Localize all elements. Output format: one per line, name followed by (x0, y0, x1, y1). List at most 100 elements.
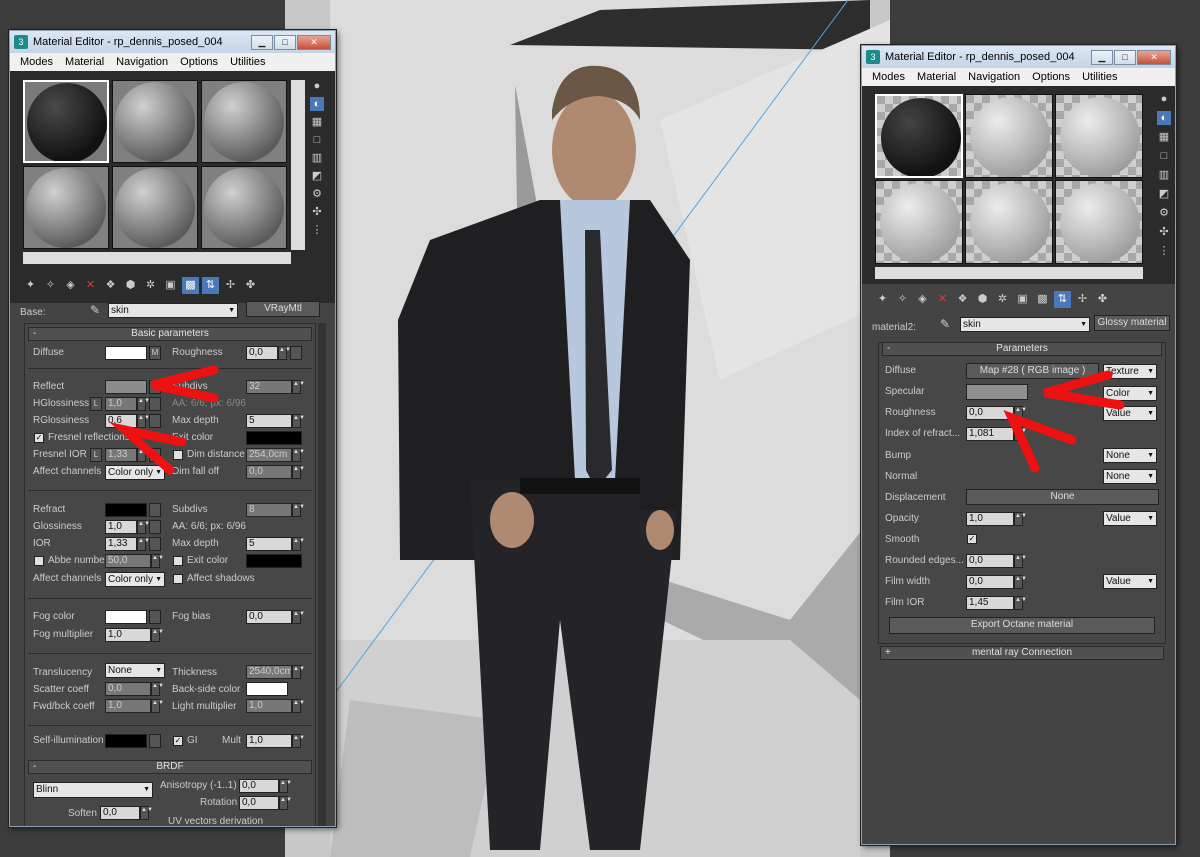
fresnel-ior-field[interactable]: 1,33 (105, 448, 137, 462)
reflect-map-button[interactable] (149, 380, 161, 394)
sample-slot-4[interactable] (23, 166, 109, 249)
menu-navigation[interactable]: Navigation (962, 71, 1026, 83)
menu-options[interactable]: Options (174, 56, 224, 68)
refract-glossiness-map-button[interactable] (149, 520, 161, 534)
diffuse-mode-dropdown[interactable]: Texture (1103, 364, 1157, 379)
fog-bias-field[interactable]: 0,0 (246, 610, 292, 624)
light-multiplier-field[interactable]: 1,0 (246, 699, 292, 713)
refract-glossiness-spinner[interactable]: ▲▼ (137, 520, 150, 534)
make-unique-icon[interactable]: ❖ (102, 277, 119, 294)
reflect-subdivs-spinner[interactable]: ▲▼ (292, 380, 305, 394)
reset-map-icon[interactable]: ✕ (934, 291, 951, 308)
dim-distance-field[interactable]: 254,0cm (246, 448, 292, 462)
sample-uv-icon[interactable]: □ (1157, 149, 1171, 163)
left-panel-scrollbar[interactable] (318, 323, 326, 826)
fresnel-ior-map-button[interactable] (149, 448, 161, 462)
self-illumination-swatch[interactable] (105, 734, 147, 748)
eyedropper-icon[interactable]: ✎ (90, 303, 100, 317)
show-shaded-icon[interactable]: ▣ (162, 277, 179, 294)
rglossiness-field[interactable]: 0,6 (105, 414, 137, 428)
menu-navigation[interactable]: Navigation (110, 56, 174, 68)
sample-slot-2[interactable] (112, 80, 198, 163)
fresnel-ior-lock-button[interactable]: L (90, 448, 102, 462)
select-by-material-icon[interactable]: ✣ (1157, 225, 1171, 239)
minimize-button[interactable]: ▁ (1091, 49, 1113, 65)
diffuse-map-button[interactable]: M (149, 346, 161, 360)
sample-slot-3[interactable] (201, 80, 287, 163)
abbe-field[interactable]: 50,0 (105, 554, 151, 568)
get-material-icon[interactable]: ✦ (22, 277, 39, 294)
mult-field[interactable]: 1,0 (246, 734, 292, 748)
make-unique-icon[interactable]: ❖ (954, 291, 971, 308)
slots-vertical-scrollbar[interactable] (291, 80, 305, 250)
make-preview-icon[interactable]: ◩ (310, 169, 324, 183)
material-navigator-icon[interactable]: ⋮ (310, 223, 324, 237)
film-width-spinner[interactable]: ▲▼ (1014, 575, 1027, 589)
refract-color-swatch[interactable] (105, 503, 147, 517)
menu-modes[interactable]: Modes (14, 56, 59, 68)
video-color-check-icon[interactable]: ▥ (310, 151, 324, 165)
sample-slot-1[interactable] (23, 80, 109, 163)
right-titlebar[interactable]: 3 Material Editor - rp_dennis_posed_004 … (862, 46, 1175, 68)
eyedropper-icon[interactable]: ✎ (940, 317, 950, 331)
ior-spinner[interactable]: ▲▼ (1014, 427, 1027, 441)
put-to-scene-icon[interactable]: ✧ (894, 291, 911, 308)
translucency-dropdown[interactable]: None (105, 663, 165, 678)
affect-shadows-checkbox[interactable] (173, 574, 183, 584)
right-material-editor-window[interactable]: 3 Material Editor - rp_dennis_posed_004 … (861, 45, 1176, 845)
reflect-max-depth-spinner[interactable]: ▲▼ (292, 414, 305, 428)
fwd-bck-coeff-spinner[interactable]: ▲▼ (151, 699, 164, 713)
brdf-rollout[interactable]: - BRDF (28, 760, 312, 774)
dim-distance-checkbox[interactable] (173, 450, 183, 460)
assign-material-icon[interactable]: ◈ (914, 291, 931, 308)
specular-mode-dropdown[interactable]: Color (1103, 386, 1157, 401)
reset-map-icon[interactable]: ✕ (82, 277, 99, 294)
material-id-icon[interactable]: ✲ (142, 277, 159, 294)
backside-color-swatch[interactable] (246, 682, 288, 696)
film-ior-field[interactable]: 1,45 (966, 596, 1014, 610)
background-checker-icon[interactable]: ▦ (1157, 130, 1171, 144)
sample-slot-2[interactable] (965, 94, 1053, 178)
reflect-color-swatch[interactable] (105, 380, 147, 394)
reflect-exit-color-swatch[interactable] (246, 431, 302, 445)
soften-field[interactable]: 0,0 (100, 806, 140, 820)
film-width-field[interactable]: 0,0 (966, 575, 1014, 589)
go-to-parent-icon[interactable]: ⇅ (1054, 291, 1071, 308)
abbe-spinner[interactable]: ▲▼ (151, 554, 164, 568)
material-type-button[interactable]: VRayMtl (246, 301, 320, 317)
go-forward-sibling-icon[interactable]: ✢ (1074, 291, 1091, 308)
refract-ior-map-button[interactable] (149, 537, 161, 551)
fresnel-checkbox[interactable]: ✓ (34, 433, 44, 443)
anisotropy-field[interactable]: 0,0 (239, 779, 279, 793)
sample-slot-5[interactable] (965, 180, 1053, 264)
thickness-field[interactable]: 2540,0cm (246, 665, 292, 679)
menu-material[interactable]: Material (911, 71, 962, 83)
backlight-icon[interactable]: ◐ (310, 97, 324, 111)
reflect-max-depth-field[interactable]: 5 (246, 414, 292, 428)
refract-exit-color-swatch[interactable] (246, 554, 302, 568)
rounded-edges-field[interactable]: 0,0 (966, 554, 1014, 568)
reflect-subdivs-field[interactable]: 32 (246, 380, 292, 394)
rotation-field[interactable]: 0,0 (239, 796, 279, 810)
abbe-checkbox[interactable] (34, 556, 44, 566)
sample-slot-4[interactable] (875, 180, 963, 264)
soften-spinner[interactable]: ▲▼ (140, 806, 153, 820)
mult-spinner[interactable]: ▲▼ (292, 734, 305, 748)
brdf-type-dropdown[interactable]: Blinn (33, 782, 153, 798)
fog-multiplier-spinner[interactable]: ▲▼ (151, 628, 164, 642)
slots-horizontal-scrollbar[interactable] (23, 252, 291, 264)
slots-horizontal-scrollbar[interactable] (875, 267, 1143, 279)
roughness-spinner[interactable]: ▲▼ (278, 346, 291, 360)
material-effects-icon[interactable]: ✤ (1094, 291, 1111, 308)
refract-glossiness-field[interactable]: 1,0 (105, 520, 137, 534)
sample-slot-6[interactable] (201, 166, 287, 249)
refract-subdivs-spinner[interactable]: ▲▼ (292, 503, 305, 517)
diffuse-color-swatch[interactable] (105, 346, 147, 360)
sample-slot-3[interactable] (1055, 94, 1143, 178)
light-multiplier-spinner[interactable]: ▲▼ (292, 699, 305, 713)
sample-slot-1[interactable] (875, 94, 963, 178)
fog-multiplier-field[interactable]: 1,0 (105, 628, 151, 642)
hglossiness-spinner[interactable]: ▲▼ (137, 397, 150, 411)
sample-slot-5[interactable] (112, 166, 198, 249)
material-navigator-icon[interactable]: ⋮ (1157, 244, 1171, 258)
